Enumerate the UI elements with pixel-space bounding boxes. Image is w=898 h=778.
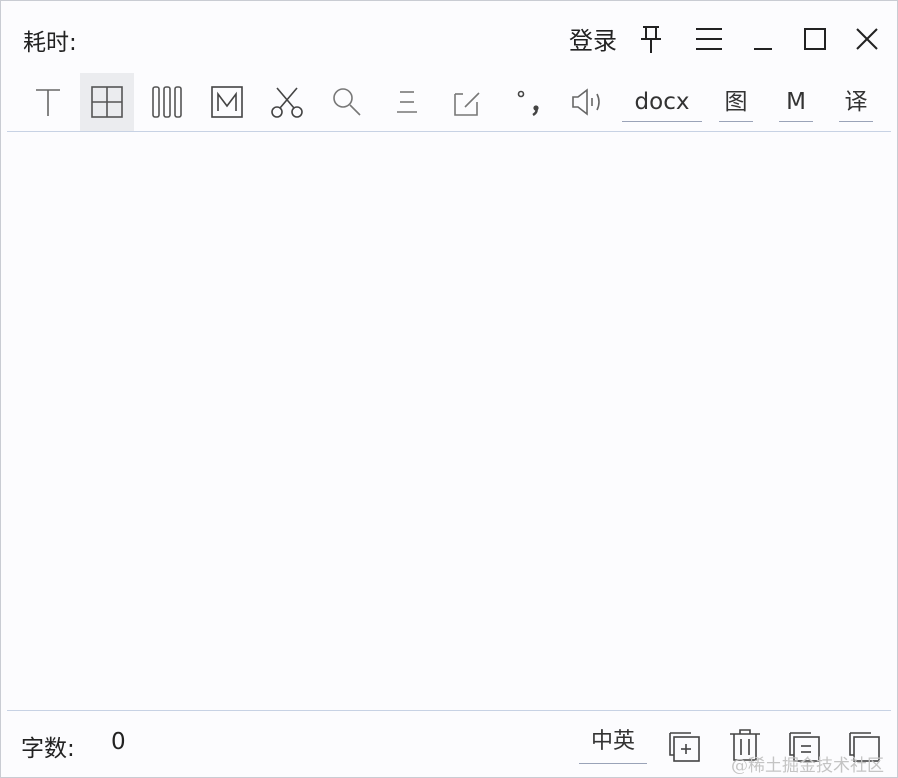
search-icon[interactable] — [320, 73, 374, 131]
text-mode-icon[interactable] — [21, 73, 75, 131]
text-content-area[interactable] — [2, 133, 896, 709]
scissors-icon[interactable] — [260, 73, 314, 131]
docx-export-button[interactable]: docx — [622, 87, 702, 122]
title-bar: 耗时: 登录 — [1, 1, 897, 73]
pin-icon[interactable] — [633, 21, 669, 57]
minimize-icon[interactable] — [745, 21, 781, 57]
toolbar: docx 图 M 译 — [1, 73, 897, 131]
table-mode-icon[interactable] — [80, 73, 134, 131]
punctuation-icon[interactable] — [500, 73, 554, 131]
line-spacing-icon[interactable] — [380, 73, 434, 131]
append-copy-icon[interactable] — [665, 725, 705, 765]
edit-icon[interactable] — [440, 73, 494, 131]
time-label: 耗时: — [23, 30, 77, 56]
close-icon[interactable] — [849, 21, 885, 57]
maximize-icon[interactable] — [797, 21, 833, 57]
image-button[interactable]: 图 — [719, 87, 753, 122]
footer-divider — [7, 710, 891, 711]
language-toggle-button[interactable]: 中英 — [579, 725, 647, 764]
word-count-label: 字数: — [21, 736, 75, 762]
app-window: 耗时: 登录 docx 图 M 译 字数: 0 中英 @稀土掘金技术社区 — [0, 0, 898, 778]
toolbar-divider — [7, 131, 891, 132]
word-count-value: 0 — [111, 729, 126, 755]
speaker-icon[interactable] — [560, 73, 614, 131]
markdown-button[interactable]: M — [779, 87, 813, 122]
login-button[interactable]: 登录 — [569, 21, 617, 56]
menu-icon[interactable] — [691, 21, 727, 57]
columns-mode-icon[interactable] — [140, 73, 194, 131]
watermark: @稀土掘金技术社区 — [731, 756, 884, 776]
markdown-mode-icon[interactable] — [200, 73, 254, 131]
translate-button[interactable]: 译 — [839, 87, 873, 122]
